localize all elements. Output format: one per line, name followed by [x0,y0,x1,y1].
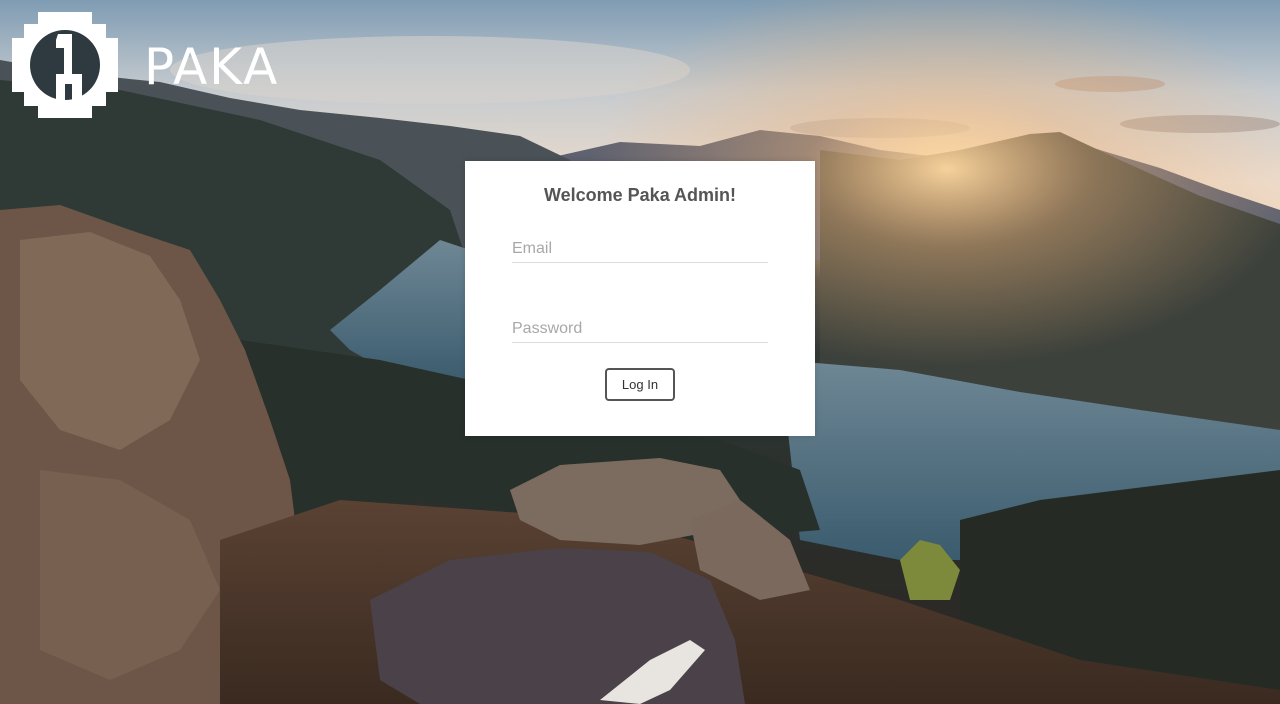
login-title: Welcome Paka Admin! [543,185,737,205]
brand-name: PAKA [144,38,280,96]
login-page: PAKA Welcome Paka Admin! Log In [0,0,1280,704]
email-field[interactable] [512,235,768,263]
paka-logo-icon [12,12,118,118]
log-in-button[interactable]: Log In [605,368,675,401]
paka-logo[interactable]: PAKA [12,12,279,118]
login-card: Welcome Paka Admin! Log In [465,161,815,436]
password-field[interactable] [512,315,768,343]
